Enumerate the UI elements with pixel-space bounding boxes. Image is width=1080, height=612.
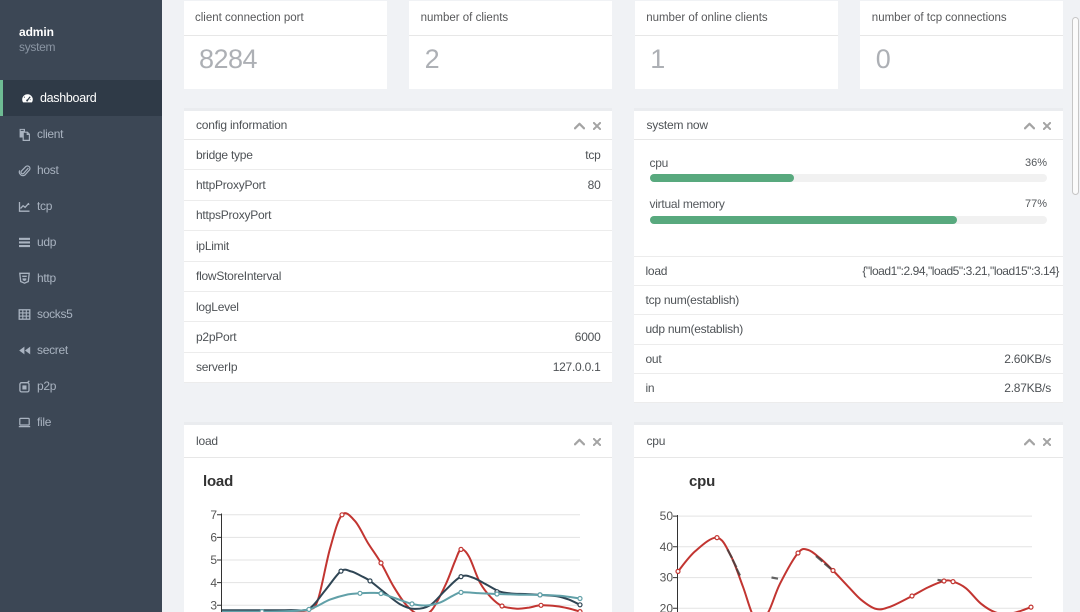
svg-text:4: 4 — [210, 576, 217, 590]
svg-text:7: 7 — [210, 508, 217, 522]
svg-text:30: 30 — [660, 571, 674, 585]
svg-text:5: 5 — [210, 553, 217, 567]
svg-text:3: 3 — [210, 598, 217, 612]
svg-text:20: 20 — [660, 601, 674, 612]
svg-text:40: 40 — [660, 540, 674, 554]
svg-text:6: 6 — [210, 531, 217, 545]
svg-text:50: 50 — [660, 509, 674, 523]
